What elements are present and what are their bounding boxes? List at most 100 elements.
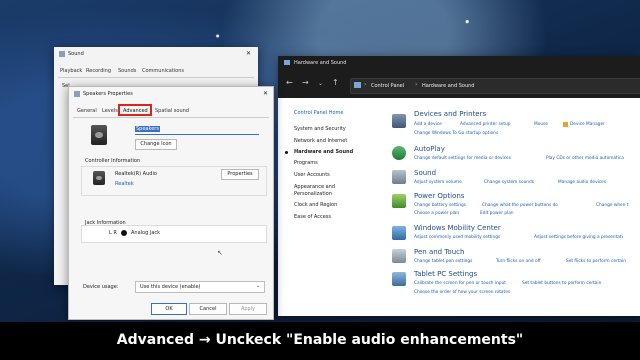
properties-button[interactable]: Properties <box>221 169 259 180</box>
sidebar-item-programs[interactable]: Programs <box>294 160 318 166</box>
cancel-button[interactable]: Cancel <box>189 303 227 315</box>
hardware-and-sound-window: Hardware and Sound ← → ⌄ ↑ › Control Pan… <box>278 56 640 316</box>
current-page-marker <box>285 151 288 154</box>
back-arrow-icon[interactable]: ← <box>286 78 293 87</box>
speaker-small-icon <box>74 91 80 97</box>
section-title-tablet-pc[interactable]: Tablet PC Settings <box>414 270 477 278</box>
link-screen-rotation[interactable]: Choose the order of how your screen rota… <box>414 290 510 295</box>
mouse-cursor-icon: ↖ <box>217 249 223 257</box>
tab-recording[interactable]: Recording <box>86 68 111 74</box>
sound-icon <box>59 51 65 57</box>
tab-sounds[interactable]: Sounds <box>118 68 136 74</box>
breadcrumb-separator: › <box>415 81 418 88</box>
breadcrumb-hardware-and-sound[interactable]: Hardware and Sound <box>422 83 474 89</box>
tablet-icon <box>392 272 406 286</box>
link-tablet-pen-settings[interactable]: Change tablet pen settings <box>414 259 472 264</box>
address-bar[interactable]: › Control Panel › Hardware and Sound <box>350 78 640 94</box>
close-icon[interactable]: ✕ <box>246 50 251 57</box>
apply-button[interactable]: Apply <box>229 303 267 315</box>
link-device-manager[interactable]: Device Manager <box>570 122 605 127</box>
ok-button[interactable]: OK <box>151 303 187 315</box>
speakers-properties-dialog: Speakers Properties ✕ General Levels Adv… <box>68 86 274 320</box>
sound-dialog-title: Sound <box>68 51 84 57</box>
section-title-sound[interactable]: Sound <box>414 169 436 177</box>
instruction-caption: Advanced → Unckeck "Enable audio enhance… <box>0 322 640 360</box>
advanced-tab-highlight <box>118 104 152 116</box>
device-usage-value: Use this device (enable) <box>140 284 201 290</box>
speaker-icon <box>392 170 406 184</box>
device-usage-select[interactable]: Use this device (enable) ⌄ <box>135 281 265 293</box>
jack-type: Analog Jack <box>131 230 161 236</box>
tab-spatial-sound[interactable]: Spatial sound <box>155 108 189 114</box>
printer-icon <box>392 114 406 128</box>
sidebar-item-system-security[interactable]: System and Security <box>294 126 346 132</box>
link-mobility-settings[interactable]: Adjust commonly used mobility settings <box>414 235 500 240</box>
link-windows-to-go[interactable]: Change Windows To Go startup options <box>414 131 498 136</box>
section-title-devices-printers[interactable]: Devices and Printers <box>414 110 486 118</box>
link-mouse[interactable]: Mouse <box>534 122 548 127</box>
speaker-device-icon <box>91 125 107 145</box>
tab-divider <box>73 117 269 118</box>
sidebar-item-clock-region[interactable]: Clock and Region <box>294 202 337 208</box>
link-change-when[interactable]: Change when t <box>596 203 628 208</box>
jack-port-icon <box>121 229 127 236</box>
window-title: Hardware and Sound <box>294 60 347 66</box>
link-autoplay-defaults[interactable]: Change default settings for media or dev… <box>414 156 511 161</box>
link-power-buttons[interactable]: Change what the power buttons do <box>482 203 558 208</box>
desktop-background: Hardware and Sound ← → ⌄ ↑ › Control Pan… <box>0 0 640 360</box>
jack-channels: L R <box>109 230 117 236</box>
device-usage-label: Device usage: <box>83 284 119 290</box>
autoplay-icon <box>392 146 406 160</box>
sidebar-item-network[interactable]: Network and Internet <box>294 138 347 144</box>
sidebar-item-hardware-sound[interactable]: Hardware and Sound <box>294 149 353 155</box>
sidebar-item-user-accounts[interactable]: User Accounts <box>294 172 330 178</box>
link-tablet-buttons[interactable]: Set tablet buttons to perform certain <box>522 281 601 286</box>
shield-icon <box>563 122 568 127</box>
link-choose-power-plan[interactable]: Choose a power plan <box>414 211 459 216</box>
tab-levels[interactable]: Levels <box>102 108 118 114</box>
link-battery-settings[interactable]: Change battery settings <box>414 203 466 208</box>
audio-controller-icon <box>93 171 105 185</box>
device-name-field[interactable]: Speakers <box>135 125 259 135</box>
section-title-autoplay[interactable]: AutoPlay <box>414 145 445 153</box>
power-icon <box>392 194 406 208</box>
title-bar: Hardware and Sound ← → ⌄ ↑ › Control Pan… <box>278 56 640 98</box>
link-play-cds[interactable]: Play CDs or other media automatica <box>546 156 624 161</box>
controller-name: Realtek(R) Audio <box>115 171 157 177</box>
chevron-down-icon[interactable]: ⌄ <box>318 80 323 87</box>
section-title-pen-touch[interactable]: Pen and Touch <box>414 248 464 256</box>
link-flicks-toggle[interactable]: Turn flicks on and off <box>496 259 541 264</box>
breadcrumb-control-panel[interactable]: Control Panel <box>371 83 404 89</box>
sidebar-item-ease-of-access[interactable]: Ease of Access <box>294 214 331 220</box>
tab-general[interactable]: General <box>77 108 97 114</box>
control-panel-icon <box>354 82 361 88</box>
link-change-system-sounds[interactable]: Change system sounds <box>484 180 534 185</box>
close-icon[interactable]: ✕ <box>263 90 268 97</box>
section-title-mobility-center[interactable]: Windows Mobility Center <box>414 224 501 232</box>
link-presentation-settings[interactable]: Adjust settings before giving a presenta… <box>534 235 623 240</box>
tab-communications[interactable]: Communications <box>142 68 184 74</box>
link-manage-audio-devices[interactable]: Manage audio devices <box>558 180 606 185</box>
change-icon-button[interactable]: Change Icon <box>135 139 177 150</box>
device-name-value: Speakers <box>135 126 160 132</box>
controller-vendor-link[interactable]: Realtek <box>115 181 134 187</box>
breadcrumb-separator: › <box>364 81 367 88</box>
link-add-device[interactable]: Add a device <box>414 122 442 127</box>
link-advanced-printer-setup[interactable]: Advanced printer setup <box>460 122 510 127</box>
section-title-power-options[interactable]: Power Options <box>414 192 464 200</box>
up-arrow-icon[interactable]: ↑ <box>332 78 339 87</box>
tab-divider <box>58 77 254 78</box>
pen-icon <box>392 249 406 263</box>
sidebar-item-appearance[interactable]: Appearance and Personalization <box>294 184 344 198</box>
control-panel-icon <box>284 60 290 65</box>
sidebar-item-control-panel-home[interactable]: Control Panel Home <box>294 110 344 116</box>
controller-info-label: Controller Information <box>85 158 141 164</box>
link-edit-power-plan[interactable]: Edit power plan <box>480 211 514 216</box>
link-adjust-volume[interactable]: Adjust system volume <box>414 180 462 185</box>
dialog-title: Speakers Properties <box>83 91 133 97</box>
link-calibrate-screen[interactable]: Calibrate the screen for pen or touch in… <box>414 281 506 286</box>
chevron-down-icon: ⌄ <box>256 283 261 289</box>
link-set-flicks[interactable]: Set flicks to perform certain <box>566 259 626 264</box>
forward-arrow-icon[interactable]: → <box>302 78 309 87</box>
tab-playback[interactable]: Playback <box>60 68 82 74</box>
